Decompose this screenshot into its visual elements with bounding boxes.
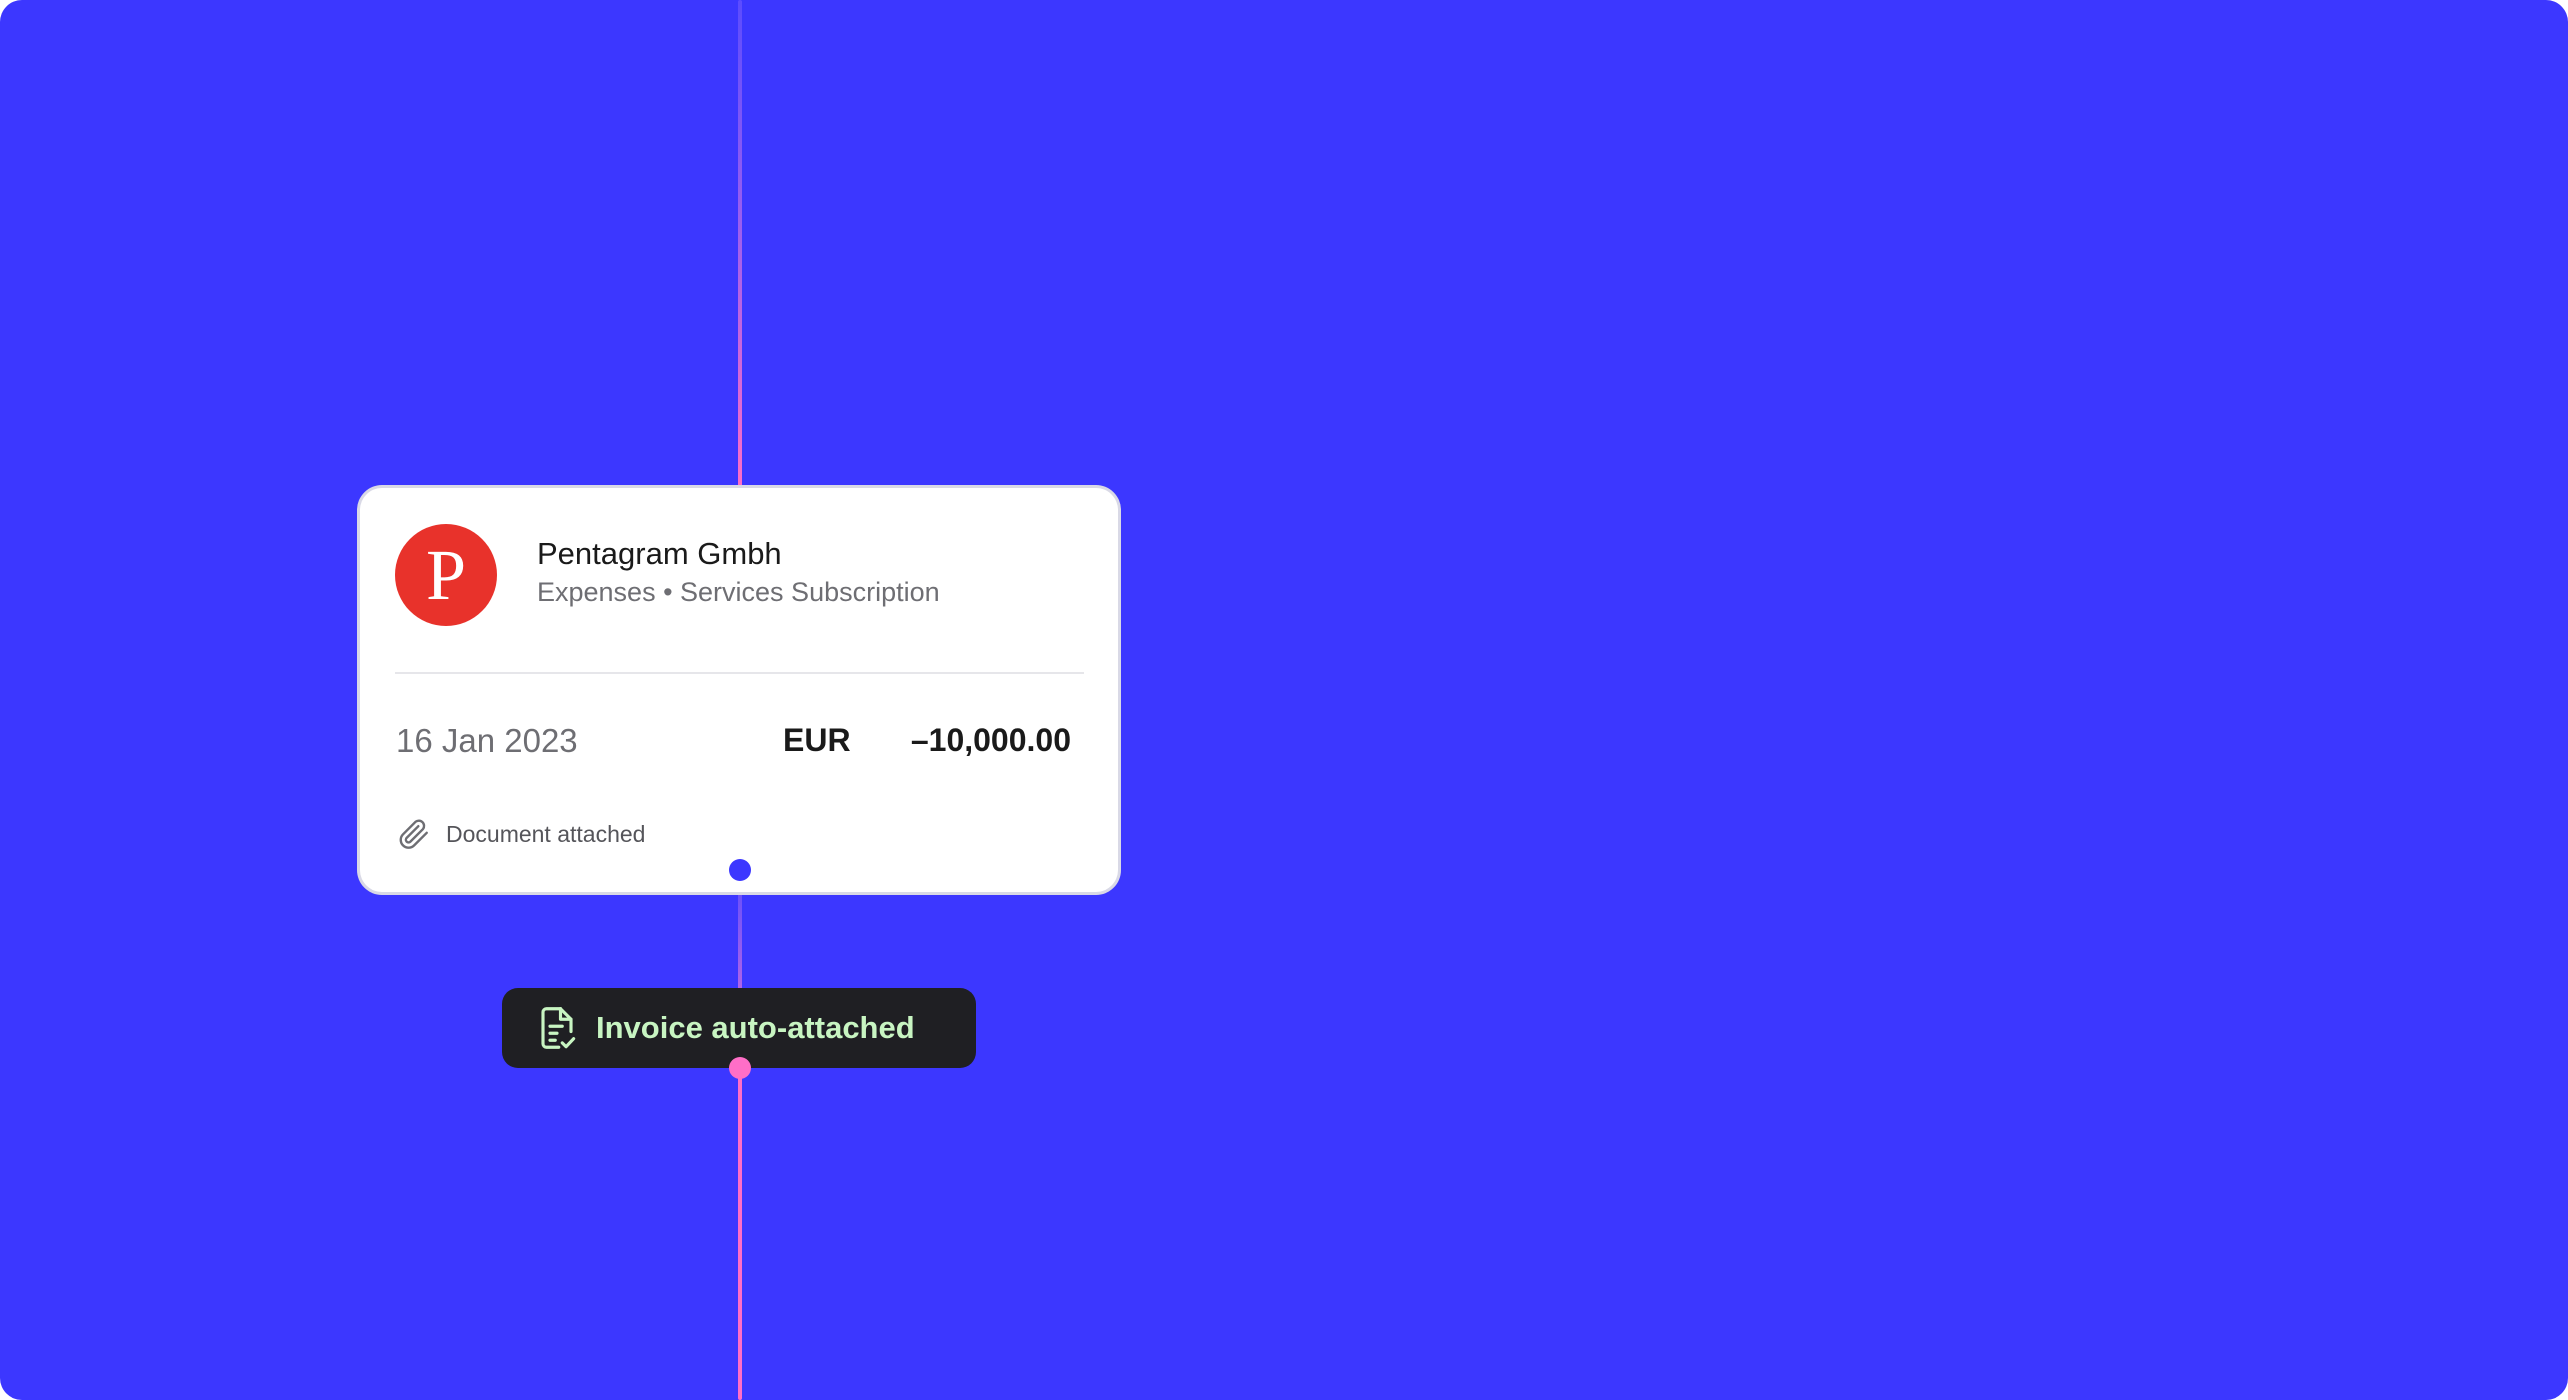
- merchant-name: Pentagram Gmbh: [537, 536, 782, 571]
- merchant-logo: P: [395, 524, 497, 626]
- invoice-auto-attached-badge: Invoice auto-attached: [502, 988, 976, 1068]
- document-attached-label: Document attached: [446, 820, 646, 847]
- transaction-category: Expenses • Services Subscription: [537, 577, 940, 607]
- card-divider: [395, 672, 1084, 674]
- transaction-card[interactable]: P Pentagram Gmbh Expenses • Services Sub…: [360, 488, 1118, 892]
- transaction-amount: –10,000.00: [910, 722, 1071, 758]
- transaction-currency: EUR: [783, 722, 851, 758]
- transaction-date: 16 Jan 2023: [396, 722, 578, 759]
- paperclip-icon: [399, 819, 428, 849]
- document-check-icon: [541, 1007, 576, 1049]
- timeline-node-pink: [729, 1057, 751, 1079]
- timeline-line-top: [738, 0, 742, 490]
- document-attached-row[interactable]: Document attached: [396, 814, 645, 854]
- timeline-node-blue: [729, 859, 751, 881]
- canvas-background: P Pentagram Gmbh Expenses • Services Sub…: [0, 0, 2568, 1400]
- badge-label: Invoice auto-attached: [596, 1010, 915, 1045]
- timeline-line-bottom: [738, 1068, 742, 1400]
